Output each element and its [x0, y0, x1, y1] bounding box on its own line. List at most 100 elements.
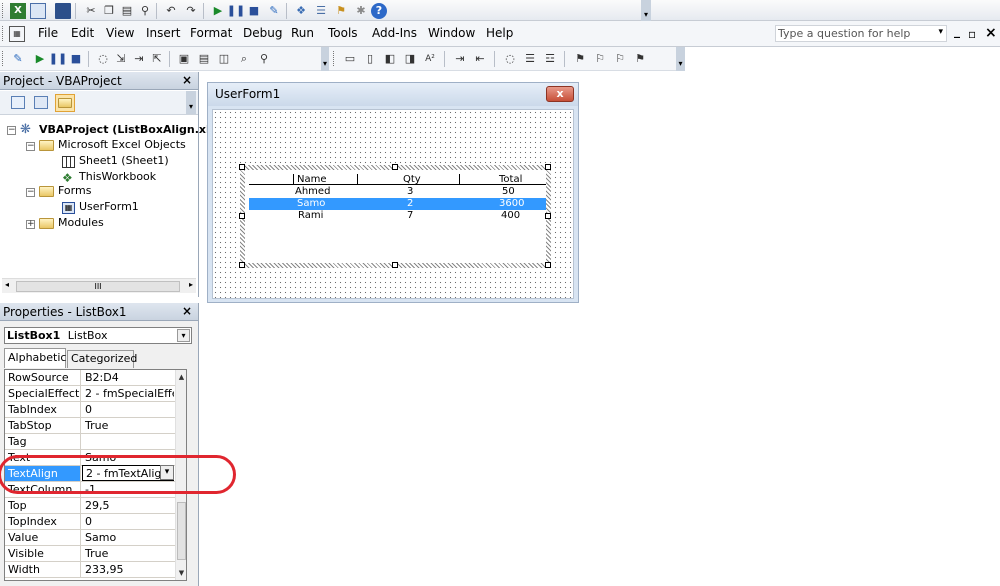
tree-item-excel-objects[interactable]: Microsoft Excel Objects [58, 138, 186, 152]
resize-handle[interactable] [239, 164, 245, 170]
step-out-icon[interactable]: ⇱ [149, 51, 165, 67]
list-item-selected[interactable]: Samo 2 3600 [249, 198, 546, 210]
scroll-down-icon[interactable]: ▼ [176, 566, 186, 580]
redo-icon[interactable]: ↷ [183, 3, 199, 19]
reset-icon[interactable]: ■ [68, 51, 84, 67]
tree-item-sheet1[interactable]: Sheet1 (Sheet1) [79, 154, 169, 168]
clear-bookmarks-icon[interactable]: ⚑ [632, 51, 648, 67]
save-icon[interactable] [55, 3, 71, 19]
chevron-down-icon[interactable]: ▾ [177, 329, 190, 342]
toolbar-grip[interactable] [333, 51, 336, 66]
menu-add-ins[interactable]: Add-Ins [372, 26, 417, 40]
menu-debug[interactable]: Debug [243, 26, 282, 40]
listbox[interactable]: Name Qty Total Ahmed 3 50 Samo 2 3600 Ra… [245, 170, 546, 263]
quick-watch-icon[interactable]: ⌕ [236, 51, 252, 67]
toolbar-grip[interactable] [2, 51, 5, 66]
menu-run[interactable]: Run [291, 26, 314, 40]
object-selector[interactable]: ListBox1 ListBox ▾ [4, 327, 192, 344]
copy-icon[interactable]: ❐ [101, 3, 117, 19]
reset-icon[interactable]: ■ [246, 3, 262, 19]
list-item[interactable]: Ahmed 3 50 [249, 186, 546, 198]
property-row[interactable]: Top 29,5 [5, 498, 175, 514]
column-header-total[interactable]: Total [499, 174, 522, 185]
watch-window-icon[interactable]: ◫ [216, 51, 232, 67]
locals-window-icon[interactable]: ▣ [176, 51, 192, 67]
toolbar-overflow[interactable]: ▾ [676, 47, 685, 71]
property-value[interactable]: 0 [82, 402, 174, 417]
list-item[interactable]: Rami 7 400 [249, 210, 546, 222]
resize-handle[interactable] [392, 164, 398, 170]
run-icon[interactable]: ▶ [210, 3, 226, 19]
menu-format[interactable]: Format [190, 26, 232, 40]
tree-item-vbaproject[interactable]: VBAProject (ListBoxAlign.xl [39, 123, 210, 137]
object-browser-icon[interactable]: ⚑ [333, 3, 349, 19]
menu-edit[interactable]: Edit [71, 26, 94, 40]
column-header-name[interactable]: Name [297, 174, 327, 185]
chevron-down-icon[interactable]: ▾ [938, 27, 943, 37]
help-icon[interactable]: ? [371, 3, 387, 19]
property-value[interactable]: True [82, 546, 174, 561]
view-object-icon[interactable] [34, 96, 48, 109]
break-icon[interactable]: ❚❚ [49, 51, 67, 67]
complete-word-icon[interactable]: A² [422, 51, 438, 67]
indent-icon[interactable]: ⇥ [452, 51, 468, 67]
menu-view[interactable]: View [106, 26, 134, 40]
scrollbar-thumb[interactable] [177, 502, 186, 560]
property-row[interactable]: TopIndex 0 [5, 514, 175, 530]
tab-categorized[interactable]: Categorized [67, 350, 137, 368]
find-icon[interactable]: ⚲ [137, 3, 153, 19]
menu-insert[interactable]: Insert [146, 26, 180, 40]
immediate-window-icon[interactable]: ▤ [196, 51, 212, 67]
menu-window[interactable]: Window [428, 26, 475, 40]
scroll-up-icon[interactable]: ▲ [176, 370, 186, 384]
scrollbar-thumb[interactable]: III [16, 281, 180, 292]
property-row[interactable]: SpecialEffect2 - fmSpecialEffect [5, 386, 175, 402]
toggle-bookmark-icon[interactable]: ⚑ [572, 51, 588, 67]
design-mode-icon[interactable]: ✎ [266, 3, 282, 19]
menu-file[interactable]: File [38, 26, 58, 40]
close-icon[interactable]: × [180, 304, 194, 318]
property-row[interactable]: Value Samo [5, 530, 175, 546]
userform-canvas[interactable]: Name Qty Total Ahmed 3 50 Samo 2 3600 Ra… [212, 109, 574, 299]
break-icon[interactable]: ❚❚ [227, 3, 245, 19]
property-value[interactable]: 233,95 [82, 562, 174, 577]
run-icon[interactable]: ▶ [32, 51, 48, 67]
property-value[interactable]: 0 [82, 514, 174, 529]
comment-block-icon[interactable]: ☰ [522, 51, 538, 67]
toggle-breakpoint-icon[interactable]: ◌ [95, 51, 111, 67]
call-stack-icon[interactable]: ⚲ [256, 51, 272, 67]
uncomment-block-icon[interactable]: ☲ [542, 51, 558, 67]
property-row[interactable]: TabIndex 0 [5, 402, 175, 418]
property-value[interactable]: True [82, 418, 174, 433]
toggle-folders-icon[interactable] [55, 94, 75, 112]
cut-icon[interactable]: ✂ [83, 3, 99, 19]
parameter-info-icon[interactable]: ◨ [402, 51, 418, 67]
tab-alphabetic[interactable]: Alphabetic [4, 348, 66, 368]
tree-item-userform1[interactable]: UserForm1 [79, 200, 139, 214]
resize-handle[interactable] [545, 213, 551, 219]
toolbar-grip[interactable] [2, 3, 5, 18]
property-value[interactable]: 29,5 [82, 498, 174, 513]
collapse-icon[interactable]: − [7, 126, 16, 135]
resize-handle[interactable] [545, 262, 551, 268]
toolbar-overflow[interactable]: ▾ [641, 0, 651, 21]
tree-item-modules[interactable]: Modules [58, 216, 104, 230]
toggle-breakpoint-icon[interactable]: ◌ [502, 51, 518, 67]
tree-item-forms[interactable]: Forms [58, 184, 91, 198]
next-bookmark-icon[interactable]: ⚐ [592, 51, 608, 67]
minimize-button[interactable]: _ [954, 24, 960, 38]
expand-icon[interactable]: + [26, 220, 35, 229]
property-value[interactable]: 2 - fmSpecialEffect [82, 386, 174, 401]
question-box[interactable]: Type a question for help ▾ [775, 25, 947, 42]
scroll-right-icon[interactable]: ▸ [189, 280, 193, 289]
toolbar-grip[interactable] [2, 26, 5, 41]
property-row[interactable]: Visible True [5, 546, 175, 562]
tree-item-thisworkbook[interactable]: ThisWorkbook [79, 170, 156, 184]
collapse-icon[interactable]: − [26, 142, 35, 151]
resize-handle[interactable] [239, 262, 245, 268]
panel-overflow[interactable]: ▾ [186, 91, 196, 114]
property-row[interactable]: Tag [5, 434, 175, 450]
outdent-icon[interactable]: ⇤ [472, 51, 488, 67]
resize-handle[interactable] [392, 262, 398, 268]
property-value[interactable]: Samo [82, 530, 174, 545]
